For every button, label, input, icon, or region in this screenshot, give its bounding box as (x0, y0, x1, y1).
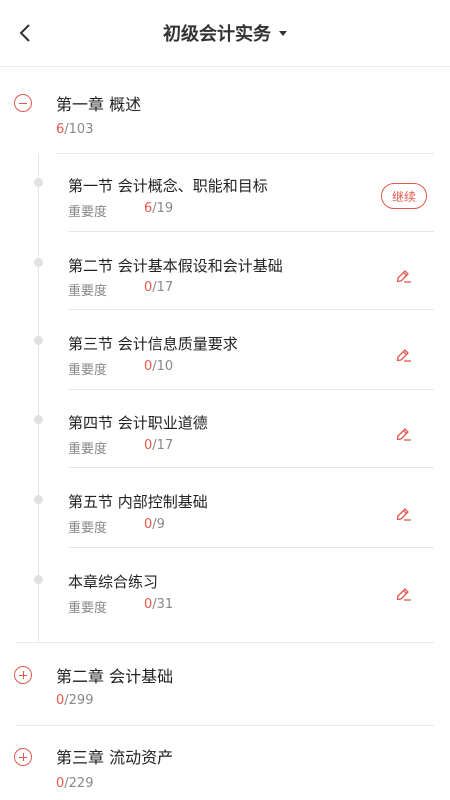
minus-circle-icon[interactable] (14, 94, 32, 112)
section-title: 第三节 会计信息质量要求 (68, 335, 238, 353)
timeline-dot (34, 415, 43, 424)
chapter-title: 第一章 概述 (56, 95, 142, 114)
section-progress: 0/17 (144, 280, 174, 295)
chapter-2[interactable]: 第二章 会计基础 0/299 (0, 643, 450, 725)
importance-label: 重要度 (68, 284, 108, 299)
pen-icon[interactable] (393, 503, 413, 523)
importance-label: 重要度 (68, 363, 108, 378)
importance-label: 重要度 (68, 601, 108, 616)
section-item[interactable]: 第二节 会计基本假设和会计基础 重要度 0/17 (0, 232, 450, 310)
continue-button[interactable]: 继续 (381, 183, 427, 209)
section-title: 第一节 会计概念、职能和目标 (68, 177, 268, 195)
section-title: 第四节 会计职业道德 (68, 414, 208, 432)
chapter-progress: 6/103 (56, 122, 94, 137)
timeline-dot (34, 495, 43, 504)
section-item[interactable]: 第一节 会计概念、职能和目标 重要度 6/19 继续 (0, 154, 450, 232)
page-title: 初级会计实务 (163, 24, 271, 45)
chapter-title: 第三章 流动资产 (56, 748, 174, 767)
section-progress: 0/9 (144, 517, 165, 532)
timeline-dot (34, 258, 43, 267)
importance-label: 重要度 (68, 521, 108, 536)
section-progress: 6/19 (144, 201, 174, 216)
pen-icon[interactable] (393, 344, 413, 364)
pen-icon[interactable] (393, 423, 413, 443)
chapter-progress: 0/229 (56, 776, 94, 791)
chapter-title: 第二章 会计基础 (56, 667, 174, 686)
timeline-dot (34, 178, 43, 187)
section-item[interactable]: 第五节 内部控制基础 重要度 0/9 (0, 468, 450, 548)
section-progress: 0/10 (144, 359, 174, 374)
section-item[interactable]: 第四节 会计职业道德 重要度 0/17 (0, 390, 450, 468)
plus-circle-icon[interactable] (14, 748, 32, 766)
section-item[interactable]: 第三节 会计信息质量要求 重要度 0/10 (0, 310, 450, 390)
section-title: 第二节 会计基本假设和会计基础 (68, 257, 283, 275)
importance-label: 重要度 (68, 442, 108, 457)
chapter-1[interactable]: 第一章 概述 6/103 (0, 66, 450, 154)
section-progress: 0/31 (144, 597, 174, 612)
chapter-3[interactable]: 第三章 流动资产 0/229 (0, 726, 450, 800)
top-bar: 初级会计实务 (0, 0, 450, 67)
section-title: 第五节 内部控制基础 (68, 493, 208, 511)
section-item[interactable]: 本章综合练习 重要度 0/31 (0, 548, 450, 642)
chapter-progress: 0/299 (56, 693, 94, 708)
importance-label: 重要度 (68, 205, 108, 220)
subject-selector[interactable]: 初级会计实务 (0, 20, 450, 46)
plus-circle-icon[interactable] (14, 666, 32, 684)
timeline-dot (34, 575, 43, 584)
caret-down-icon (279, 30, 287, 36)
pen-icon[interactable] (393, 583, 413, 603)
timeline-dot (34, 336, 43, 345)
section-progress: 0/17 (144, 438, 174, 453)
section-title: 本章综合练习 (68, 573, 159, 591)
pen-icon[interactable] (393, 265, 413, 285)
